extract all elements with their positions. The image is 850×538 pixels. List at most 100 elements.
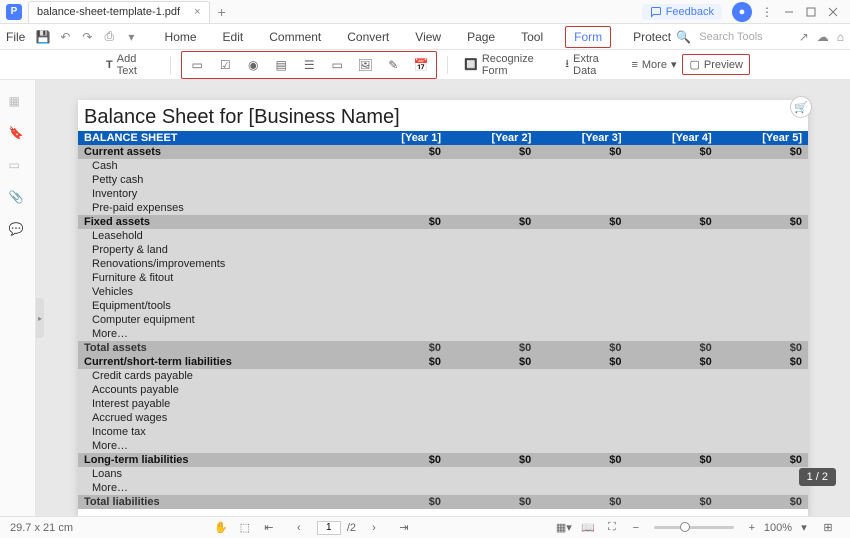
row-label: Accrued wages: [78, 411, 808, 425]
new-tab-button[interactable]: +: [218, 4, 226, 20]
home-icon[interactable]: ⌂: [837, 30, 844, 44]
menu-form[interactable]: Form: [565, 26, 611, 48]
comment-icon[interactable]: 💬: [9, 222, 27, 240]
cell-value: $0: [357, 355, 447, 369]
row-label: Inventory: [78, 187, 808, 201]
image-icon[interactable]: 🖼: [354, 54, 376, 76]
share-icon[interactable]: ↗: [799, 30, 809, 44]
recognize-icon: 🔲: [464, 58, 478, 71]
close-tab-icon[interactable]: ×: [194, 6, 200, 18]
menu-tool[interactable]: Tool: [517, 26, 547, 48]
checkbox-icon[interactable]: ☑: [214, 54, 236, 76]
file-menu[interactable]: File: [6, 30, 25, 44]
year-header: [Year 5]: [718, 131, 808, 145]
undo-icon[interactable]: ↶: [57, 29, 73, 45]
recognize-form-button[interactable]: 🔲 Recognize Form: [458, 50, 559, 80]
feedback-button[interactable]: Feedback: [642, 4, 722, 20]
page-total: /2: [347, 522, 356, 534]
add-text-button[interactable]: T Add Text: [100, 50, 160, 80]
cell-value: $0: [357, 495, 447, 509]
row-label: Total liabilities: [78, 495, 357, 509]
first-page-icon[interactable]: ⇤: [261, 520, 277, 536]
menu-home[interactable]: Home: [161, 26, 201, 48]
textfield-icon[interactable]: ▭: [186, 54, 208, 76]
cell-value: $0: [718, 355, 808, 369]
year-header: [Year 3]: [537, 131, 627, 145]
thumbnails-icon[interactable]: ▦: [9, 94, 27, 112]
more-button[interactable]: ≡ More ▾: [625, 55, 682, 74]
cart-icon[interactable]: 🛒: [790, 96, 812, 118]
cell-value: $0: [718, 495, 808, 509]
balance-sheet-table: BALANCE SHEET[Year 1][Year 2][Year 3][Ye…: [78, 131, 808, 516]
cell-value: $0: [718, 215, 808, 229]
search-tools-text[interactable]: Search Tools: [699, 31, 762, 43]
year-header: [Year 1]: [357, 131, 447, 145]
page-number-input[interactable]: [317, 521, 341, 535]
menu-edit[interactable]: Edit: [219, 26, 248, 48]
row-label: Current/short-term liabilities: [78, 355, 357, 369]
page-icon[interactable]: ▭: [9, 158, 27, 176]
cell-value: $0: [627, 495, 717, 509]
zoom-dropdown-icon[interactable]: ▾: [796, 520, 812, 536]
cloud-icon[interactable]: ☁: [817, 30, 829, 44]
document-tab[interactable]: balance-sheet-template-1.pdf ×: [28, 1, 210, 23]
row-label: Property & land: [78, 243, 808, 257]
last-page-icon[interactable]: ⇥: [396, 520, 412, 536]
listbox-icon[interactable]: ☰: [298, 54, 320, 76]
select-tool-icon[interactable]: ⬚: [237, 520, 253, 536]
kebab-menu-icon[interactable]: ⋮: [756, 2, 778, 22]
cell-value: $0: [627, 145, 717, 159]
extra-data-button[interactable]: ⭳ Extra Data: [559, 50, 625, 80]
row-label: Total assets: [78, 341, 357, 355]
year-header: [Year 2]: [447, 131, 537, 145]
zoom-in-icon[interactable]: +: [744, 520, 760, 536]
next-page-icon[interactable]: ›: [366, 520, 382, 536]
cell-value: $0: [627, 355, 717, 369]
close-window-icon[interactable]: [822, 2, 844, 22]
menu-convert[interactable]: Convert: [343, 26, 393, 48]
save-icon[interactable]: 💾: [35, 29, 51, 45]
cell-value: $0: [537, 341, 627, 355]
preview-button[interactable]: ▢ Preview: [682, 54, 750, 75]
radio-icon[interactable]: ◉: [242, 54, 264, 76]
date-icon[interactable]: 📅: [410, 54, 432, 76]
combobox-icon[interactable]: ▤: [270, 54, 292, 76]
fit-page-icon[interactable]: ⛶: [604, 520, 620, 536]
menu-view[interactable]: View: [411, 26, 445, 48]
row-label: Fixed assets: [78, 215, 357, 229]
menu-comment[interactable]: Comment: [265, 26, 325, 48]
attachment-icon[interactable]: 📎: [9, 190, 27, 208]
row-label: More…: [78, 327, 808, 341]
zoom-out-icon[interactable]: −: [628, 520, 644, 536]
fullscreen-icon[interactable]: ⊞: [820, 520, 836, 536]
cell-value: $0: [447, 341, 537, 355]
maximize-icon[interactable]: [800, 2, 822, 22]
prev-page-icon[interactable]: ‹: [291, 520, 307, 536]
bookmark-icon[interactable]: 🔖: [9, 126, 27, 144]
cell-value: $0: [718, 145, 808, 159]
row-label: Equipment/tools: [78, 299, 808, 313]
search-icon[interactable]: 🔍: [676, 30, 691, 44]
redo-icon[interactable]: ↷: [79, 29, 95, 45]
print-icon[interactable]: ⎙: [101, 29, 117, 45]
user-avatar[interactable]: ●: [732, 2, 752, 22]
signature-icon[interactable]: ✎: [382, 54, 404, 76]
menu-page[interactable]: Page: [463, 26, 499, 48]
row-label: Pre-paid expenses: [78, 201, 808, 215]
cell-value: $0: [357, 341, 447, 355]
more-icon: ≡: [631, 59, 637, 71]
row-label: Interest payable: [78, 397, 808, 411]
reading-mode-icon[interactable]: 📖: [580, 520, 596, 536]
document-page: 🛒 Balance Sheet for [Business Name] BALA…: [78, 100, 808, 516]
collapse-handle[interactable]: ▸: [36, 298, 44, 338]
menu-protect[interactable]: Protect: [629, 26, 675, 48]
row-label: Credit cards payable: [78, 369, 808, 383]
view-mode-icon[interactable]: ▦▾: [556, 520, 572, 536]
zoom-slider[interactable]: [654, 526, 734, 529]
button-icon[interactable]: ▭: [326, 54, 348, 76]
row-label: Petty cash: [78, 173, 808, 187]
chevron-down-icon: ▾: [671, 58, 677, 71]
hand-tool-icon[interactable]: ✋: [213, 520, 229, 536]
dropdown-icon[interactable]: ▾: [123, 29, 139, 45]
minimize-icon[interactable]: [778, 2, 800, 22]
